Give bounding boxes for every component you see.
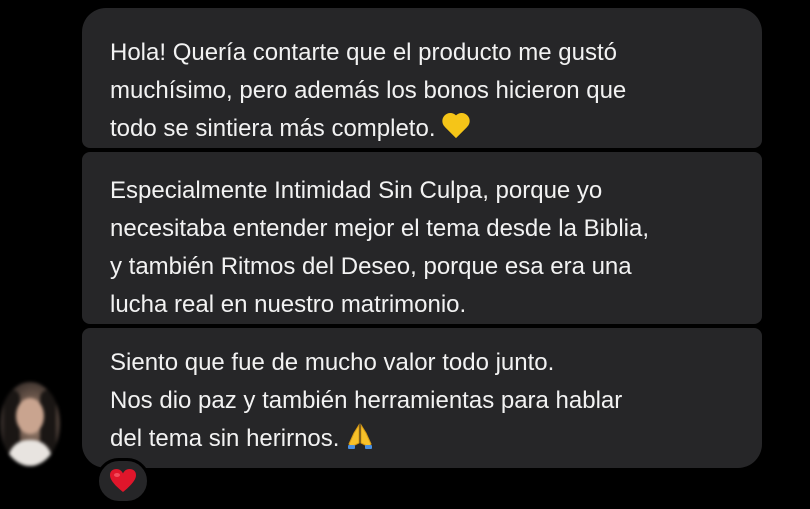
- yellow-heart-icon: [442, 114, 470, 140]
- message-line: todo se sintiera más completo.: [110, 110, 744, 148]
- message-line: y también Ritmos del Deseo, porque esa e…: [110, 253, 632, 280]
- message-bubble-1[interactable]: Hola! Quería contarte que el producto me…: [82, 8, 762, 148]
- message-line: Nos dio paz y también herramientas para …: [110, 387, 623, 414]
- avatar[interactable]: [0, 382, 60, 466]
- folded-hands-icon: [348, 423, 373, 449]
- message-line: Siento que fue de mucho valor todo junto…: [110, 349, 555, 376]
- message-bubble-3[interactable]: Siento que fue de mucho valor todo junto…: [82, 328, 762, 468]
- red-heart-icon: [110, 469, 136, 492]
- message-line: Hola! Quería contarte que el producto me…: [110, 39, 617, 66]
- message-line: Especialmente Intimidad Sin Culpa, porqu…: [110, 177, 603, 204]
- message-line: necesitaba entender mejor el tema desde …: [110, 215, 649, 242]
- avatar-face: [16, 398, 44, 434]
- message-bubble-2[interactable]: Especialmente Intimidad Sin Culpa, porqu…: [82, 152, 762, 324]
- message-line-text: del tema sin herirnos.: [110, 425, 340, 452]
- chat-screen: Hola! Quería contarte que el producto me…: [0, 0, 810, 509]
- message-line: del tema sin herirnos.: [110, 420, 744, 458]
- reaction-badge[interactable]: [96, 458, 150, 504]
- message-line: muchísimo, pero además los bonos hiciero…: [110, 77, 627, 104]
- message-line-text: todo se sintiera más completo.: [110, 115, 436, 142]
- message-line: lucha real en nuestro matrimonio.: [110, 291, 467, 318]
